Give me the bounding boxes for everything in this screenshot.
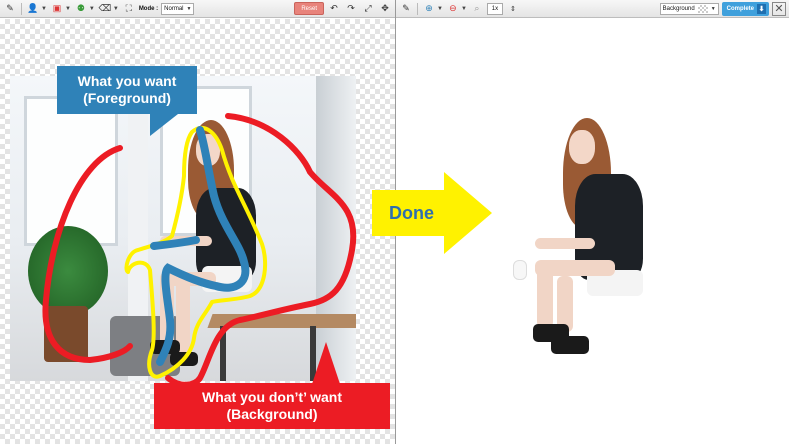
editor-toolbar: ✎ 👤 ▼ ▣ ▼ ⚉ ▼ ⌫ ▼ ⛶ Mode : Normal ▼ Rese… <box>0 0 395 18</box>
zoom-stepper-icon[interactable]: ⇕ <box>506 2 520 16</box>
toolbar-separator <box>21 2 22 15</box>
subject-face <box>196 134 220 166</box>
chevron-down-icon: ▼ <box>710 5 716 12</box>
result-face <box>569 130 595 164</box>
mode-value: Normal <box>164 5 184 12</box>
photo-plant <box>28 226 108 316</box>
chevron-down-icon[interactable]: ▼ <box>41 6 47 12</box>
auto-brush-icon[interactable]: ⚉ <box>74 2 88 16</box>
preview-toolbar: ✎ ⊕ ▼ ⊖ ▼ ⌕ 1x ⇕ Background ▼ Complete ⬇… <box>396 0 789 18</box>
foreground-callout-line1: What you want <box>77 72 177 89</box>
photo-table <box>207 314 356 328</box>
complete-button[interactable]: Complete ⬇ <box>721 1 769 16</box>
chevron-down-icon[interactable]: ▼ <box>89 6 95 12</box>
pen-icon[interactable]: ✎ <box>3 2 17 16</box>
background-select[interactable]: Background ▼ <box>659 2 719 15</box>
add-icon[interactable]: ⊕ <box>422 2 436 16</box>
result-shoe <box>551 336 589 354</box>
checker-swatch-icon <box>697 4 708 13</box>
background-select-label: Background <box>662 5 695 12</box>
result-arm <box>535 238 595 249</box>
source-photo[interactable] <box>10 76 356 381</box>
pen-icon[interactable]: ✎ <box>399 2 413 16</box>
move-icon[interactable]: ✥ <box>378 2 392 16</box>
chevron-down-icon[interactable]: ▼ <box>437 6 443 12</box>
background-callout: What you don’t’ want (Background) <box>154 383 390 429</box>
fit-screen-icon[interactable]: ⤢ <box>361 2 375 16</box>
reset-button[interactable]: Reset <box>294 2 324 15</box>
result-leg <box>537 268 553 328</box>
result-cup <box>513 260 527 280</box>
mode-label: Mode : <box>138 5 159 12</box>
chevron-down-icon: ▼ <box>186 5 192 12</box>
close-icon[interactable]: ✕ <box>772 1 786 16</box>
chevron-down-icon[interactable]: ▼ <box>113 6 119 12</box>
background-callout-line2: (Background) <box>226 406 318 422</box>
foreground-brush-icon[interactable]: 👤 <box>26 2 40 16</box>
background-callout-tail <box>312 342 340 384</box>
subject-shoe <box>170 352 198 366</box>
photo-window <box>24 96 118 246</box>
zoom-input[interactable]: 1x <box>486 2 503 15</box>
photo-pot <box>44 306 88 362</box>
subject-arm <box>160 236 212 246</box>
foreground-callout: What you want (Foreground) <box>57 66 197 114</box>
mode-select[interactable]: Normal ▼ <box>161 2 195 15</box>
bg-remover-app: ✎ 👤 ▼ ▣ ▼ ⚉ ▼ ⌫ ▼ ⛶ Mode : Normal ▼ Rese… <box>0 0 789 444</box>
zoom-icon[interactable]: ⌕ <box>470 2 484 16</box>
background-brush-icon[interactable]: ▣ <box>50 2 64 16</box>
download-icon: ⬇ <box>757 3 766 14</box>
foreground-callout-line2: (Foreground) <box>83 90 171 106</box>
chevron-down-icon[interactable]: ▼ <box>65 6 71 12</box>
remove-icon[interactable]: ⊖ <box>446 2 460 16</box>
subject-leg <box>160 276 174 346</box>
background-callout-line1: What you don’t’ want <box>202 388 342 405</box>
crop-icon[interactable]: ⛶ <box>122 2 136 16</box>
chevron-down-icon[interactable]: ▼ <box>461 6 467 12</box>
result-preview[interactable] <box>505 112 665 382</box>
photo-blind <box>316 76 356 381</box>
redo-icon[interactable]: ↷ <box>344 2 358 16</box>
done-label: Done <box>389 203 434 223</box>
eraser-icon[interactable]: ⌫ <box>98 2 112 16</box>
complete-button-label: Complete <box>726 5 754 12</box>
foreground-callout-tail <box>150 114 178 136</box>
photo-table-leg <box>220 326 226 381</box>
undo-icon[interactable]: ↶ <box>327 2 341 16</box>
toolbar-separator <box>417 2 418 15</box>
